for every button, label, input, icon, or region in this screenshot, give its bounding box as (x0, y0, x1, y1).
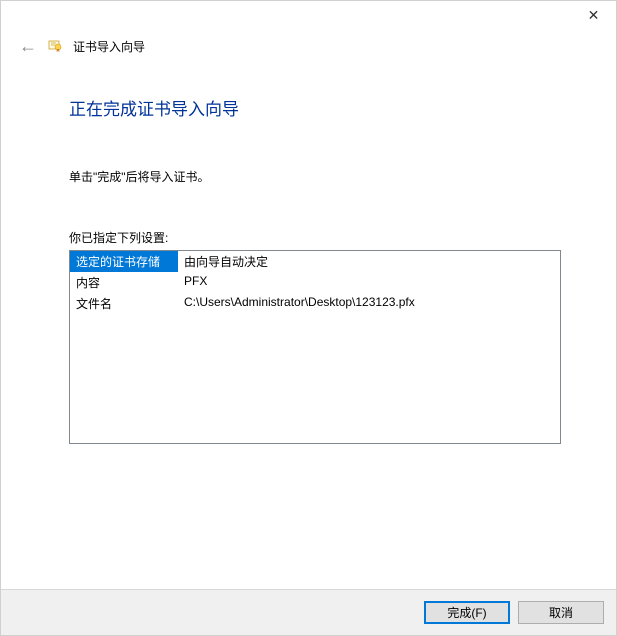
settings-key: 选定的证书存储 (70, 251, 178, 272)
settings-key: 文件名 (70, 293, 178, 314)
titlebar: ✕ (1, 1, 616, 31)
settings-row[interactable]: 文件名 C:\Users\Administrator\Desktop\12312… (70, 293, 560, 314)
settings-value: PFX (178, 272, 560, 293)
settings-key: 内容 (70, 272, 178, 293)
certificate-wizard-icon (47, 38, 63, 54)
settings-table: 选定的证书存储 由向导自动决定 内容 PFX 文件名 C:\Users\Admi… (70, 251, 560, 314)
finish-button[interactable]: 完成(F) (424, 601, 510, 624)
settings-row[interactable]: 选定的证书存储 由向导自动决定 (70, 251, 560, 272)
settings-listbox[interactable]: 选定的证书存储 由向导自动决定 内容 PFX 文件名 C:\Users\Admi… (69, 250, 561, 444)
page-heading: 正在完成证书导入向导 (69, 95, 566, 120)
settings-row[interactable]: 内容 PFX (70, 272, 560, 293)
wizard-content: 正在完成证书导入向导 单击"完成"后将导入证书。 你已指定下列设置: 选定的证书… (1, 55, 616, 444)
wizard-title: 证书导入向导 (73, 38, 145, 55)
settings-label: 你已指定下列设置: (69, 229, 566, 246)
wizard-footer: 完成(F) 取消 (1, 589, 616, 635)
instruction-text: 单击"完成"后将导入证书。 (69, 168, 566, 185)
wizard-header: ← 证书导入向导 (1, 31, 616, 55)
back-arrow-icon: ← (19, 36, 37, 57)
close-button[interactable]: ✕ (571, 1, 616, 29)
settings-value: C:\Users\Administrator\Desktop\123123.pf… (178, 293, 560, 314)
settings-value: 由向导自动决定 (178, 251, 560, 272)
close-icon: ✕ (588, 7, 600, 24)
back-button[interactable]: ← (19, 37, 37, 55)
cancel-button[interactable]: 取消 (518, 601, 604, 624)
